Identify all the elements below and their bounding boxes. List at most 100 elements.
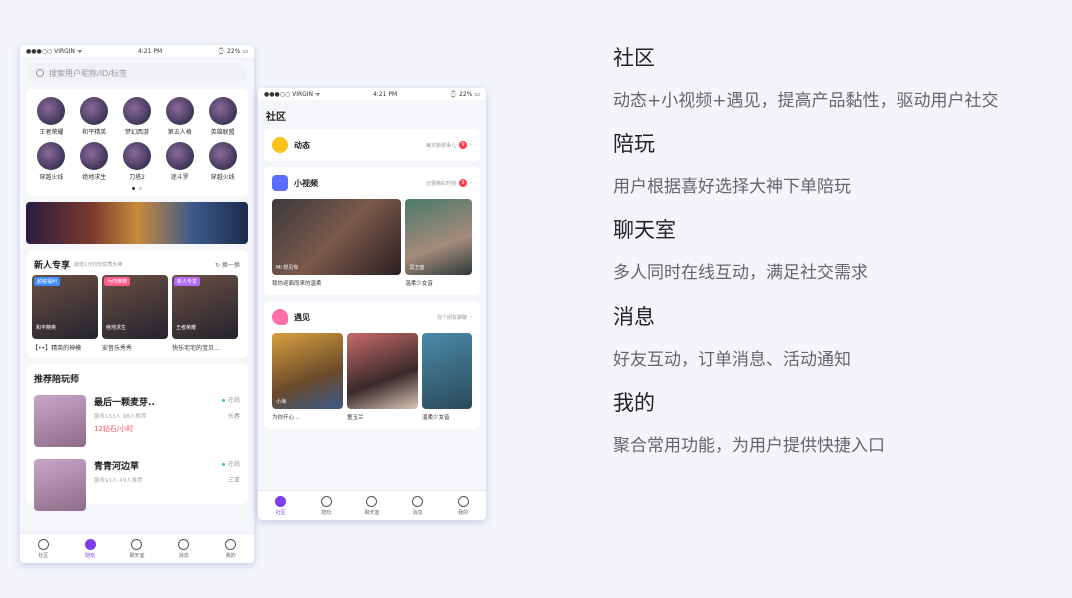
video-entry[interactable]: 小视频 记录精彩时刻 9 › Mi 想见你 我你迎面而来的温柔 冥王座 温柔少女音 xyxy=(264,167,480,295)
meet-entry[interactable]: 遇见 找个朋友聊聊 › 小海 为你开心... 童玉兰 温柔少女音 xyxy=(264,301,480,429)
tab-icon xyxy=(275,495,287,507)
game-category-item[interactable]: 迷斗罗 xyxy=(158,142,201,181)
card-photo: 超级福利 和平精英 xyxy=(32,275,98,339)
game-category-item[interactable]: 第五人格 xyxy=(158,97,201,136)
feature-desc: 动态+小视频+遇见，提高产品黏性，驱动用户社交 xyxy=(613,91,999,111)
player-photo xyxy=(34,395,86,447)
game-category-item[interactable]: 梦幻西游 xyxy=(116,97,159,136)
tab-item[interactable]: 陪玩 xyxy=(67,534,114,563)
feature-mine: 我的 聚合常用功能，为用户提供快捷入口 xyxy=(613,387,885,456)
tab-item[interactable]: 我的 xyxy=(440,491,486,520)
tab-icon xyxy=(178,538,190,550)
game-category-item[interactable]: 刀塔2 xyxy=(116,142,159,181)
game-category-item[interactable]: 穿越火线 xyxy=(30,142,73,181)
feature-desc: 聚合常用功能，为用户提供快捷入口 xyxy=(613,436,885,456)
carrier: ●●●○○ VIRGIN ᯤ xyxy=(26,48,83,55)
card-game: 绝地求生 xyxy=(106,325,127,331)
promo-banner[interactable] xyxy=(26,202,248,244)
unread-badge: 9 xyxy=(459,179,467,187)
player-name: 青青河边草 xyxy=(94,462,140,472)
game-avatar xyxy=(122,142,151,170)
game-category-item[interactable]: 王者荣耀 xyxy=(30,97,73,136)
game-avatar xyxy=(165,142,194,170)
tab-item[interactable]: 社区 xyxy=(258,491,304,520)
dynamic-entry[interactable]: 动态 每天新鲜事儿 9 › xyxy=(264,129,480,161)
search-placeholder: 搜索用户昵称/ID/标签 xyxy=(49,68,127,78)
search-input[interactable]: 搜索用户昵称/ID/标签 xyxy=(28,63,246,83)
game-avatar xyxy=(80,97,109,125)
card-tag: 新人专享 xyxy=(174,277,201,286)
video-hint: 记录精彩时刻 xyxy=(425,180,456,187)
tab-icon xyxy=(84,538,96,550)
card-tag: 超级福利 xyxy=(34,277,61,286)
feature-title: 陪玩 xyxy=(613,132,655,156)
online-status: 在线 xyxy=(222,459,240,468)
game-category-item[interactable]: 绝地求生 xyxy=(73,142,116,181)
feature-title: 社区 xyxy=(613,46,655,70)
game-category-item[interactable]: 和平精英 xyxy=(73,97,116,136)
refresh-button[interactable]: ↻ 换一换 xyxy=(215,260,240,269)
tab-label: 聊天室 xyxy=(364,509,380,516)
player-stats: 服务153人 98人推荐 xyxy=(94,414,147,420)
new-user-card[interactable]: 新人专享 王者荣耀 快乐宅宅的宝贝... xyxy=(172,275,238,352)
new-user-card[interactable]: 为你推荐绝地求生安音乐秀秀 xyxy=(102,275,168,352)
heart-icon xyxy=(272,309,288,325)
chevron-right-icon: › xyxy=(470,314,472,320)
tab-item[interactable]: 社区 xyxy=(20,534,67,563)
carrier: ●●●○○ VIRGIN ᯤ xyxy=(264,91,321,98)
feature-title: 消息 xyxy=(613,305,655,329)
dynamic-icon xyxy=(272,137,288,153)
game-label: 穿越火线 xyxy=(39,174,64,181)
chevron-right-icon: › xyxy=(470,180,472,186)
tab-icon xyxy=(412,495,424,507)
tab-item[interactable]: 消息 xyxy=(395,491,441,520)
meet-thumb[interactable]: 小海 为你开心... xyxy=(272,333,344,421)
tab-label: 社区 xyxy=(275,509,286,516)
player-photo xyxy=(34,459,86,511)
video-thumb[interactable]: 冥王座 温柔少女音 xyxy=(405,199,472,287)
player-price: 12钻石/小时 xyxy=(94,425,134,433)
unread-badge: 9 xyxy=(459,141,467,149)
game-label: 和平精英 xyxy=(82,129,107,136)
player-city: 三亚 xyxy=(227,477,240,484)
game-label: 第五人格 xyxy=(167,129,192,136)
clock: 4:21 PM xyxy=(372,90,398,98)
game-label: 梦幻西游 xyxy=(124,129,149,136)
tab-item[interactable]: 我的 xyxy=(207,534,254,563)
player-row[interactable]: 最后一颗麦芽.. 服务153人 98人推荐 12钻石/小时 在线 长春 xyxy=(26,389,248,453)
meet-thumb[interactable]: 温柔少女音 xyxy=(422,333,473,421)
card-game: 和平精英 xyxy=(36,325,57,331)
game-avatar xyxy=(208,97,237,125)
battery: ⌚ 22% ▭ xyxy=(449,90,480,98)
tab-label: 陪玩 xyxy=(85,552,96,559)
new-user-card[interactable]: 超级福利 和平精英 【••】精英的神模 xyxy=(32,275,98,352)
chevron-right-icon: › xyxy=(470,142,472,148)
page-title: 社区 xyxy=(258,100,486,129)
player-name: 最后一颗麦芽.. xyxy=(94,398,155,408)
game-label: 刀塔2 xyxy=(129,174,145,181)
tab-icon xyxy=(366,495,378,507)
game-category-item[interactable]: 英雄联盟 xyxy=(201,97,244,136)
tab-item[interactable]: 消息 xyxy=(160,534,207,563)
recommend-title: 推荐陪玩师 xyxy=(34,375,80,385)
feature-messages: 消息 好友互动，订单消息、活动通知 xyxy=(613,301,851,370)
game-category-item[interactable]: 穿越火线 xyxy=(201,142,244,181)
game-category-grid: 王者荣耀 和平精英 梦幻西游 第五人格 英雄联盟 穿越火线 绝地求生 刀塔2 迷斗罗 穿越火线 xyxy=(26,89,248,196)
card-caption: 安音乐秀秀 xyxy=(102,345,133,352)
game-avatar xyxy=(208,142,237,170)
tab-item[interactable]: 聊天室 xyxy=(114,534,161,563)
game-label: 英雄联盟 xyxy=(210,129,235,136)
tab-item[interactable]: 聊天室 xyxy=(349,491,395,520)
feature-desc: 用户根据喜好选择大神下单陪玩 xyxy=(613,177,851,197)
player-stats: 服务91人 49人推荐 xyxy=(94,478,143,484)
meet-thumb[interactable]: 童玉兰 xyxy=(347,333,419,421)
clock: 4:21 PM xyxy=(137,47,163,55)
dynamic-hint: 每天新鲜事儿 xyxy=(425,142,456,149)
video-thumb[interactable]: Mi 想见你 我你迎面而来的温柔 xyxy=(272,199,402,287)
player-row[interactable]: 青青河边草服务91人 49人推荐 在线三亚 xyxy=(26,453,248,517)
card-tag: 为你推荐 xyxy=(104,277,131,286)
tab-label: 我的 xyxy=(225,552,236,559)
game-avatar xyxy=(37,142,66,170)
tab-item[interactable]: 陪玩 xyxy=(304,491,350,520)
tab-icon xyxy=(320,495,332,507)
